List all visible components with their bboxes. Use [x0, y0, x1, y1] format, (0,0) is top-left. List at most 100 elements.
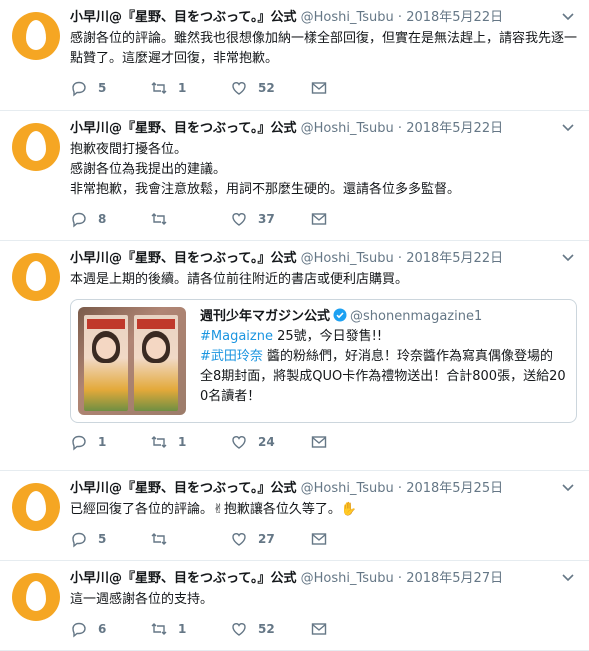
like-button[interactable]: 27: [230, 530, 310, 548]
chevron-down-icon[interactable]: [561, 253, 575, 263]
magazine-logo-band: [87, 319, 125, 329]
like-count: 52: [258, 81, 275, 95]
retweet-count: 1: [178, 622, 187, 636]
share-button[interactable]: [310, 79, 338, 97]
retweet-button[interactable]: 1: [150, 79, 230, 97]
share-button[interactable]: [310, 620, 338, 638]
retweet-button[interactable]: [150, 210, 230, 228]
tweet[interactable]: 小早川@『星野、目をつぶって。』公式 @Hoshi_Tsubu · 2018年5…: [0, 561, 589, 651]
magazine-cover: [84, 315, 128, 411]
like-button[interactable]: 52: [230, 620, 310, 638]
tweet-date[interactable]: 2018年5月27日: [406, 571, 503, 586]
tweet[interactable]: 小早川@『星野、目をつぶって。』公式 @Hoshi_Tsubu · 2018年5…: [0, 111, 589, 241]
retweet-icon: [151, 82, 167, 94]
hashtag-link[interactable]: #Magaizne: [200, 329, 273, 344]
retweet-button[interactable]: 1: [150, 620, 230, 638]
author-handle[interactable]: @Hoshi_Tsubu: [301, 481, 394, 496]
tweet-date[interactable]: 2018年5月22日: [406, 251, 503, 266]
tweet-actions: 8 37: [70, 208, 577, 230]
tweet[interactable]: 小早川@『星野、目をつぶって。』公式 @Hoshi_Tsubu · 2018年5…: [0, 0, 589, 111]
quote-author-name[interactable]: 週刊少年マガジン公式: [200, 309, 330, 324]
magazine-cover-image[interactable]: [78, 307, 186, 415]
heart-icon: [232, 436, 246, 449]
reply-button[interactable]: 1: [70, 433, 150, 451]
retweet-count: 1: [178, 81, 187, 95]
tweet-text: 本週是上期的後續。請各位前往附近的書店或便利店購買。: [70, 272, 409, 287]
reply-button[interactable]: 6: [70, 620, 150, 638]
tweet-date[interactable]: 2018年5月22日: [406, 121, 503, 136]
share-button[interactable]: [310, 530, 338, 548]
reply-count: 8: [98, 212, 107, 226]
tweet-date[interactable]: 2018年5月25日: [406, 481, 503, 496]
reply-icon: [72, 81, 86, 97]
avatar[interactable]: [12, 573, 60, 621]
heart-icon: [232, 82, 246, 95]
tweet-actions: 6 1 52: [70, 618, 577, 640]
tweet-header: 小早川@『星野、目をつぶって。』公式 @Hoshi_Tsubu · 2018年5…: [70, 480, 577, 498]
author-handle[interactable]: @Hoshi_Tsubu: [301, 251, 394, 266]
quoted-tweet[interactable]: 週刊少年マガジン公式 @shonenmagazine1 #Magaizne 25號…: [70, 299, 577, 423]
author-name[interactable]: 小早川@『星野、目をつぶって。』公式: [70, 251, 296, 266]
egg-avatar-icon: [26, 491, 46, 521]
quote-body: 週刊少年マガジン公式 @shonenmagazine1 #Magaizne 25號…: [186, 300, 576, 422]
tweet-header: 小早川@『星野、目をつぶって。』公式 @Hoshi_Tsubu · 2018年5…: [70, 250, 577, 268]
tweet[interactable]: 小早川@『星野、目をつぶって。』公式 @Hoshi_Tsubu · 2018年5…: [0, 241, 589, 471]
quote-author-handle[interactable]: @shonenmagazine1: [350, 309, 482, 324]
author-name[interactable]: 小早川@『星野、目をつぶって。』公式: [70, 571, 296, 586]
share-button[interactable]: [310, 210, 338, 228]
quote-text: #Magaizne 25號，今日發售!! #武田玲奈 醬的粉絲們，好消息！玲奈醬作…: [200, 327, 566, 407]
quote-line1: 25號，今日發售!!: [272, 329, 383, 344]
retweet-icon: [151, 623, 167, 635]
tweet-header: 小早川@『星野、目をつぶって。』公式 @Hoshi_Tsubu · 2018年5…: [70, 9, 577, 27]
tweet-header: 小早川@『星野、目をつぶって。』公式 @Hoshi_Tsubu · 2018年5…: [70, 120, 577, 138]
share-button[interactable]: [310, 433, 338, 451]
chevron-down-icon[interactable]: [561, 483, 575, 493]
reply-button[interactable]: 8: [70, 210, 150, 228]
tweet-text: 抱歉夜間打擾各位。 感謝各位為我提出的建議。 非常抱歉，我會注意放鬆，用詞不那麼…: [70, 142, 461, 197]
egg-avatar-icon: [26, 261, 46, 291]
author-handle[interactable]: @Hoshi_Tsubu: [301, 121, 394, 136]
heart-icon: [232, 213, 246, 226]
avatar[interactable]: [12, 12, 60, 60]
separator: ·: [397, 571, 403, 586]
verified-badge-icon: [333, 308, 347, 322]
hashtag-link[interactable]: #武田玲奈: [200, 349, 263, 364]
egg-avatar-icon: [26, 581, 46, 611]
retweet-icon: [151, 436, 167, 448]
avatar[interactable]: [12, 483, 60, 531]
separator: ·: [397, 10, 403, 25]
retweet-button[interactable]: 1: [150, 433, 230, 451]
reply-button[interactable]: 5: [70, 79, 150, 97]
separator: ·: [397, 251, 403, 266]
like-button[interactable]: 52: [230, 79, 310, 97]
author-name[interactable]: 小早川@『星野、目をつぶって。』公式: [70, 10, 296, 25]
tweet-actions: 1 1 24: [70, 431, 577, 453]
retweet-icon: [151, 533, 167, 545]
like-button[interactable]: 37: [230, 210, 310, 228]
envelope-icon: [311, 533, 327, 545]
like-count: 52: [258, 622, 275, 636]
retweet-button[interactable]: [150, 530, 230, 548]
tweet-date[interactable]: 2018年5月22日: [406, 10, 503, 25]
avatar[interactable]: [12, 123, 60, 171]
tweet-text: 感謝各位的評論。雖然我也很想像加納一樣全部回復，但實在是無法趕上，請容我先逐一點…: [70, 31, 578, 66]
author-handle[interactable]: @Hoshi_Tsubu: [301, 10, 394, 25]
avatar[interactable]: [12, 253, 60, 301]
reply-icon: [72, 532, 86, 548]
chevron-down-icon[interactable]: [561, 123, 575, 133]
chevron-down-icon[interactable]: [561, 12, 575, 22]
separator: ·: [397, 481, 403, 496]
tweet[interactable]: 小早川@『星野、目をつぶって。』公式 @Hoshi_Tsubu · 2018年5…: [0, 471, 589, 561]
author-name[interactable]: 小早川@『星野、目をつぶって。』公式: [70, 481, 296, 496]
timeline: 小早川@『星野、目をつぶって。』公式 @Hoshi_Tsubu · 2018年5…: [0, 0, 589, 651]
retweet-icon: [151, 213, 167, 225]
author-name[interactable]: 小早川@『星野、目をつぶって。』公式: [70, 121, 296, 136]
like-button[interactable]: 24: [230, 433, 310, 451]
like-count: 24: [258, 435, 275, 449]
egg-avatar-icon: [26, 20, 46, 50]
chevron-down-icon[interactable]: [561, 573, 575, 583]
tweet-text: 這一週感謝各位的支持。: [70, 592, 214, 607]
cover-face: [146, 337, 166, 359]
reply-button[interactable]: 5: [70, 530, 150, 548]
author-handle[interactable]: @Hoshi_Tsubu: [301, 571, 394, 586]
